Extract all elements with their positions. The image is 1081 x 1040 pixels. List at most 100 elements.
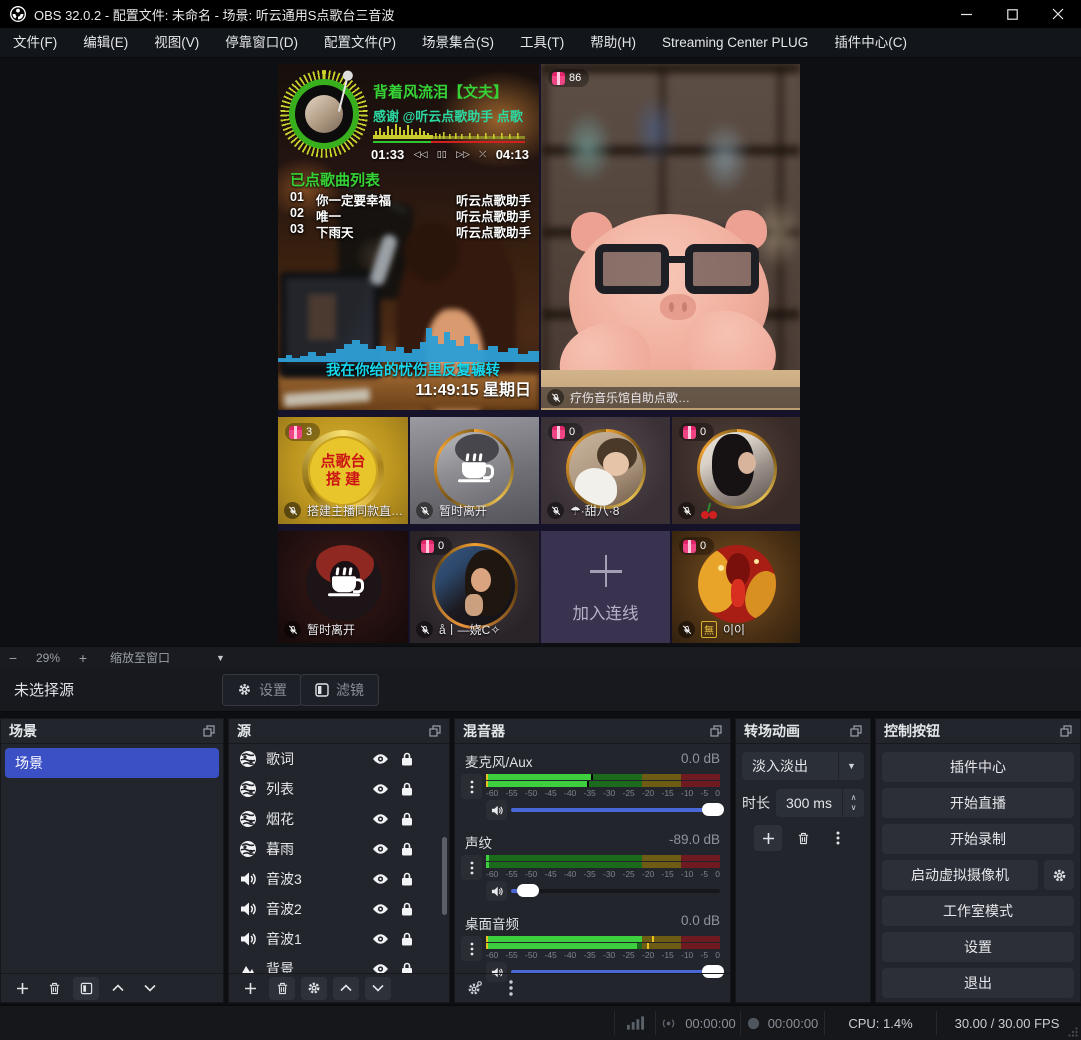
source-scrollbar[interactable] <box>442 837 447 915</box>
add-scene-button[interactable] <box>9 977 35 1000</box>
mic-muted-icon <box>416 502 433 519</box>
source-item-音波1[interactable]: 音波1 <box>229 924 449 954</box>
dock-float-icon[interactable] <box>710 725 722 737</box>
visibility-icon[interactable] <box>372 843 389 855</box>
source-item-音波2[interactable]: 音波2 <box>229 894 449 924</box>
menu-file[interactable]: 文件(F) <box>0 28 70 58</box>
start-recording-button[interactable]: 开始录制 <box>882 824 1074 854</box>
remove-scene-button[interactable] <box>41 977 67 1000</box>
menu-profile[interactable]: 配置文件(P) <box>311 28 409 58</box>
dock-float-icon[interactable] <box>1060 725 1072 737</box>
plugin-center-button[interactable]: 插件中心 <box>882 752 1074 782</box>
dock-float-icon[interactable] <box>429 725 441 737</box>
zoom-in-button[interactable]: + <box>70 650 96 666</box>
channel-mute-button[interactable] <box>486 800 507 820</box>
transition-select[interactable]: 淡入淡出 ▼ <box>742 752 864 780</box>
start-streaming-button[interactable]: 开始直播 <box>882 788 1074 818</box>
studio-mode-button[interactable]: 工作室模式 <box>882 896 1074 926</box>
menu-scene-collection[interactable]: 场景集合(S) <box>409 28 507 58</box>
scene-up-button[interactable] <box>105 977 131 1000</box>
volume-slider[interactable] <box>511 889 720 893</box>
channel-menu-button[interactable] <box>461 936 482 961</box>
lock-icon[interactable] <box>401 932 413 946</box>
zoom-fit-label[interactable]: 缩放至窗口 <box>110 649 170 666</box>
advanced-audio-button[interactable] <box>467 980 483 996</box>
source-properties-button[interactable] <box>301 977 327 1000</box>
spin-up-icon[interactable]: ∧ <box>851 793 857 803</box>
maximize-button[interactable] <box>989 0 1035 28</box>
exit-button[interactable]: 退出 <box>882 968 1074 998</box>
source-item-背景[interactable]: 背景 <box>229 954 449 973</box>
menu-view[interactable]: 视图(V) <box>141 28 212 58</box>
visibility-icon[interactable] <box>372 813 389 825</box>
lock-icon[interactable] <box>401 782 413 796</box>
dock-float-icon[interactable] <box>850 725 862 737</box>
menu-edit[interactable]: 编辑(E) <box>70 28 141 58</box>
transition-menu-button[interactable] <box>824 825 852 851</box>
lock-icon[interactable] <box>401 962 413 973</box>
gift-icon <box>552 426 565 439</box>
source-item-列表[interactable]: 列表 <box>229 774 449 804</box>
source-item-歌词[interactable]: 歌词 <box>229 744 449 774</box>
close-button[interactable] <box>1035 0 1081 28</box>
visibility-icon[interactable] <box>372 903 389 915</box>
volume-slider[interactable] <box>511 808 720 812</box>
preview-canvas[interactable]: 背着风流泪【文夫】 感谢 @听云点歌助手 点歌 01:33 ◁◁ ▯▯ ▷▷ ⤫… <box>278 64 800 643</box>
menu-streaming-center[interactable]: Streaming Center PLUG <box>649 28 821 58</box>
visibility-icon[interactable] <box>372 783 389 795</box>
scene-down-button[interactable] <box>137 977 163 1000</box>
channel-name: 麦克风/Aux <box>465 751 533 771</box>
visibility-icon[interactable] <box>372 963 389 973</box>
source-item-暮雨[interactable]: 暮雨 <box>229 834 449 864</box>
music-player-panel: 背着风流泪【文夫】 感谢 @听云点歌助手 点歌 01:33 ◁◁ ▯▯ ▷▷ ⤫… <box>278 64 539 410</box>
source-item-烟花[interactable]: 烟花 <box>229 804 449 834</box>
zoom-fit-caret-icon[interactable]: ▼ <box>216 653 225 663</box>
source-item-音波3[interactable]: 音波3 <box>229 864 449 894</box>
tile-guest-1[interactable]: 0 ☂·甜八·8 <box>541 417 670 524</box>
settings-button[interactable]: 设置 <box>882 932 1074 962</box>
tile-join[interactable]: 加入连线 <box>541 531 670 643</box>
lock-icon[interactable] <box>401 812 413 826</box>
duration-spinbox[interactable]: 300 ms ∧∨ <box>776 789 864 817</box>
source-filters-button[interactable]: 滤镜 <box>300 674 379 706</box>
source-up-button[interactable] <box>333 977 359 1000</box>
source-settings-button[interactable]: 设置 <box>222 674 302 706</box>
spin-down-icon[interactable]: ∨ <box>851 803 857 813</box>
audio-source-icon <box>239 930 257 948</box>
visibility-icon[interactable] <box>372 933 389 945</box>
tile-guest-3[interactable]: 0 å丨—娆C✧ <box>410 531 539 643</box>
remove-source-button[interactable] <box>269 977 295 1000</box>
dock-float-icon[interactable] <box>203 725 215 737</box>
menu-help[interactable]: 帮助(H) <box>577 28 649 58</box>
scene-item-selected[interactable]: 场景 <box>5 748 219 778</box>
channel-menu-button[interactable] <box>461 774 482 799</box>
add-source-button[interactable] <box>237 977 263 1000</box>
lock-icon[interactable] <box>401 752 413 766</box>
source-down-button[interactable] <box>365 977 391 1000</box>
lock-icon[interactable] <box>401 842 413 856</box>
tile-diange-setup[interactable]: 点歌台搭 建 3 搭建主播同款直… <box>278 417 408 524</box>
minimize-button[interactable] <box>943 0 989 28</box>
lock-icon[interactable] <box>401 902 413 916</box>
visibility-icon[interactable] <box>372 873 389 885</box>
tile-guest-4[interactable]: 0 無이이 <box>672 531 800 643</box>
visibility-icon[interactable] <box>372 753 389 765</box>
tile-away-1[interactable]: 暂时离开 <box>410 417 539 524</box>
zoom-out-button[interactable]: − <box>0 650 26 666</box>
virtual-camera-settings-button[interactable] <box>1044 860 1074 890</box>
obs-logo-icon <box>10 6 26 22</box>
add-transition-button[interactable] <box>754 825 782 851</box>
remove-transition-button[interactable] <box>789 825 817 851</box>
menu-plugin-center[interactable]: 插件中心(C) <box>821 28 920 58</box>
lock-icon[interactable] <box>401 872 413 886</box>
menu-docks[interactable]: 停靠窗口(D) <box>212 28 311 58</box>
menu-tools[interactable]: 工具(T) <box>507 28 577 58</box>
tile-guest-2[interactable]: 0 <box>672 417 800 524</box>
channel-mute-button[interactable] <box>486 881 507 901</box>
mixer-menu-button[interactable] <box>509 980 513 996</box>
scene-filters-button[interactable] <box>73 977 99 1000</box>
resize-grip[interactable] <box>1068 1027 1078 1037</box>
channel-menu-button[interactable] <box>461 855 482 880</box>
start-virtual-camera-button[interactable]: 启动虚拟摄像机 <box>882 860 1038 890</box>
tile-away-2[interactable]: 暂时离开 <box>278 531 408 643</box>
